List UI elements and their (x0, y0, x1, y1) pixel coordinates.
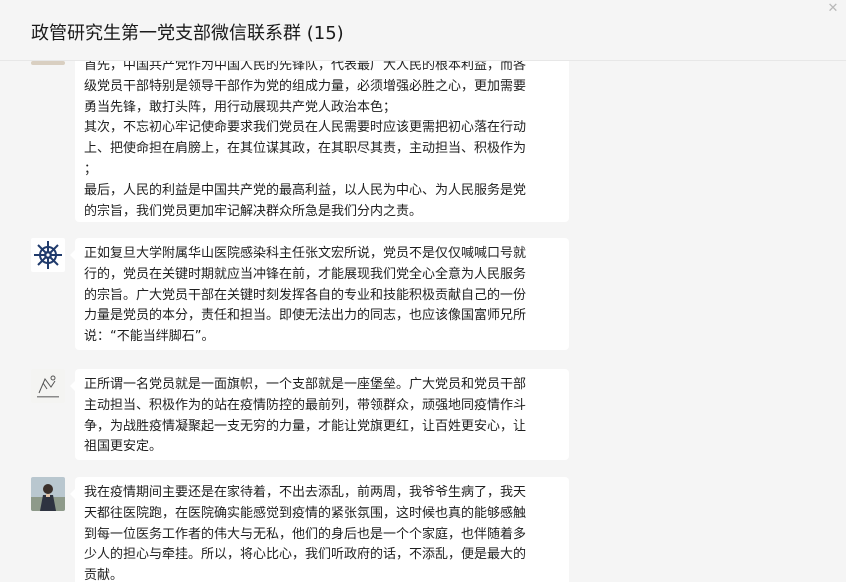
person-photo-avatar[interactable] (31, 477, 65, 511)
message-line: 力量是党员的本分，责任和担当。即使无法出力的同志，也应该像国富师兄所 (84, 308, 527, 324)
ship-wheel-logo-avatar[interactable] (31, 238, 65, 272)
message-line: 的宗旨。广大党员干部在关键时刻发挥各自的专业和技能积极贡献自己的一份 (84, 287, 527, 303)
message-line: 勇当先锋，敢打头阵，用行动展现共产党人政治本色； (84, 99, 397, 115)
chat-title: 政管研究生第一党支部微信联系群 (15) (31, 23, 344, 44)
landscape-photo-avatar[interactable] (31, 61, 65, 65)
message-line: 最后，人民的利益是中国共产党的最高利益，以人民为中心、为人民服务是党 (84, 182, 527, 198)
message-line: 我在疫情期间主要还是在家待着，不出去添乱，前两周，我爷爷生病了，我天 (84, 485, 527, 500)
chat-window: 政管研究生第一党支部微信联系群 (15) ✕ 首先，中国共产党作为中国人民的先锋… (0, 0, 846, 582)
close-icon[interactable]: ✕ (826, 2, 840, 16)
message-line: 贡献。 (84, 568, 124, 582)
person-photo-icon (31, 477, 65, 511)
message-line: 争，为战胜疫情凝聚起一支无穷的力量，才能让党旗更红，让百姓更安心，让 (84, 418, 527, 434)
message-line: 行的，党员在关键时期就应当冲锋在前，才能展现我们党全心全意为人民服务 (84, 266, 527, 282)
sketch-drawing-avatar[interactable] (31, 369, 65, 403)
chat-header: 政管研究生第一党支部微信联系群 (15) ✕ (0, 0, 846, 61)
message-line: 天都往医院跑，在医院确实能感觉到疫情的紧张氛围，这时候也真的能够感触 (84, 505, 527, 521)
message-bubble[interactable]: 我在疫情期间主要还是在家待着，不出去添乱，前两周，我爷爷生病了，我天 天都往医院… (70, 477, 569, 582)
message-line: 级党员干部特别是领导干部作为党的组成力量，必须增强必胜之心，更加需要 (84, 78, 527, 94)
sketch-drawing-icon (31, 369, 65, 403)
message-list[interactable]: 首先，中国共产党作为中国人民的先锋队，代表最广大人民的根本利益，而各 级党员干部… (0, 61, 846, 582)
message-line: 祖国更安定。 (84, 439, 163, 455)
message-line: 正如复旦大学附属华山医院感染科主任张文宏所说，党员不是仅仅喊喊口号就 (84, 246, 527, 261)
message-line: 少人的担心与牵挂。所以，将心比心，我们听政府的话，不添乱，便是最大的 (84, 547, 527, 563)
message-line: 首先，中国共产党作为中国人民的先锋队，代表最广大人民的根本利益，而各 (84, 61, 527, 73)
message-line: 其次，不忘初心牢记使命要求我们党员在人民需要时应该更需把初心落在行动 (84, 120, 527, 136)
message-bubble[interactable]: 正所谓一名党员就是一面旗帜，一个支部就是一座堡垒。广大党员和党员干部 主动担当、… (70, 369, 569, 460)
message-line: 到每一位医务工作者的伟大与无私，他们的身后也是一个个家庭，也伴随着多 (84, 526, 527, 542)
scrollbar[interactable] (840, 61, 846, 582)
message-line: ； (84, 161, 98, 177)
message-bubble[interactable]: 首先，中国共产党作为中国人民的先锋队，代表最广大人民的根本利益，而各 级党员干部… (75, 61, 569, 222)
message-line: 说：“不能当绊脚石”。 (84, 329, 215, 345)
message-bubble[interactable]: 正如复旦大学附属华山医院感染科主任张文宏所说，党员不是仅仅喊喊口号就 行的，党员… (70, 238, 569, 350)
message-line: 主动担当、积极作为的站在疫情防控的最前列，带领群众，顽强地同疫情作斗 (84, 397, 527, 413)
message-line: 正所谓一名党员就是一面旗帜，一个支部就是一座堡垒。广大党员和党员干部 (84, 377, 527, 392)
message-line: 上、把使命担在肩膀上，在其位谋其政，在其职尽其责，主动担当、积极作为 (84, 141, 527, 157)
message-line: 的宗旨，我们党员更加牢记解决群众所急是我们分内之责。 (84, 203, 423, 219)
ship-wheel-icon (31, 238, 65, 272)
